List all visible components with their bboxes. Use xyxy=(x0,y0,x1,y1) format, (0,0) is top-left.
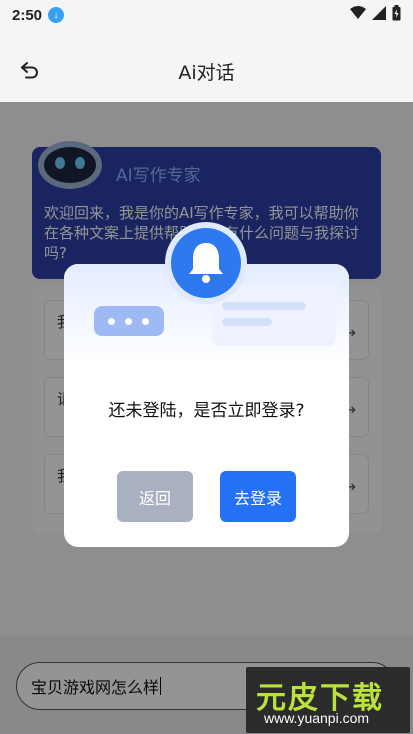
watermark-logo: 元皮下载 www.yuanpi.com xyxy=(246,667,410,733)
status-icons xyxy=(350,5,401,25)
status-time: 2:50 xyxy=(12,6,43,24)
page-title: Ai对话 xyxy=(178,61,235,84)
login-dialog: 还未登陆，是否立即登录? 返回 去登录 xyxy=(64,264,349,547)
wifi-icon xyxy=(350,6,366,24)
back-button[interactable]: 返回 xyxy=(117,471,193,522)
app-header: Ai对话 xyxy=(0,40,413,102)
status-bar: 2:50 ↓ xyxy=(0,0,413,30)
download-icon: ↓ xyxy=(48,7,65,23)
login-button[interactable]: 去登录 xyxy=(220,471,296,522)
back-icon[interactable] xyxy=(18,58,42,82)
bell-icon xyxy=(164,221,248,305)
dialog-message: 还未登陆，是否立即登录? xyxy=(108,401,305,421)
signal-icon xyxy=(372,6,386,24)
chat-bubble-icon xyxy=(94,306,164,336)
watermark-url: www.yuanpi.com xyxy=(264,710,370,726)
battery-icon xyxy=(392,5,401,25)
